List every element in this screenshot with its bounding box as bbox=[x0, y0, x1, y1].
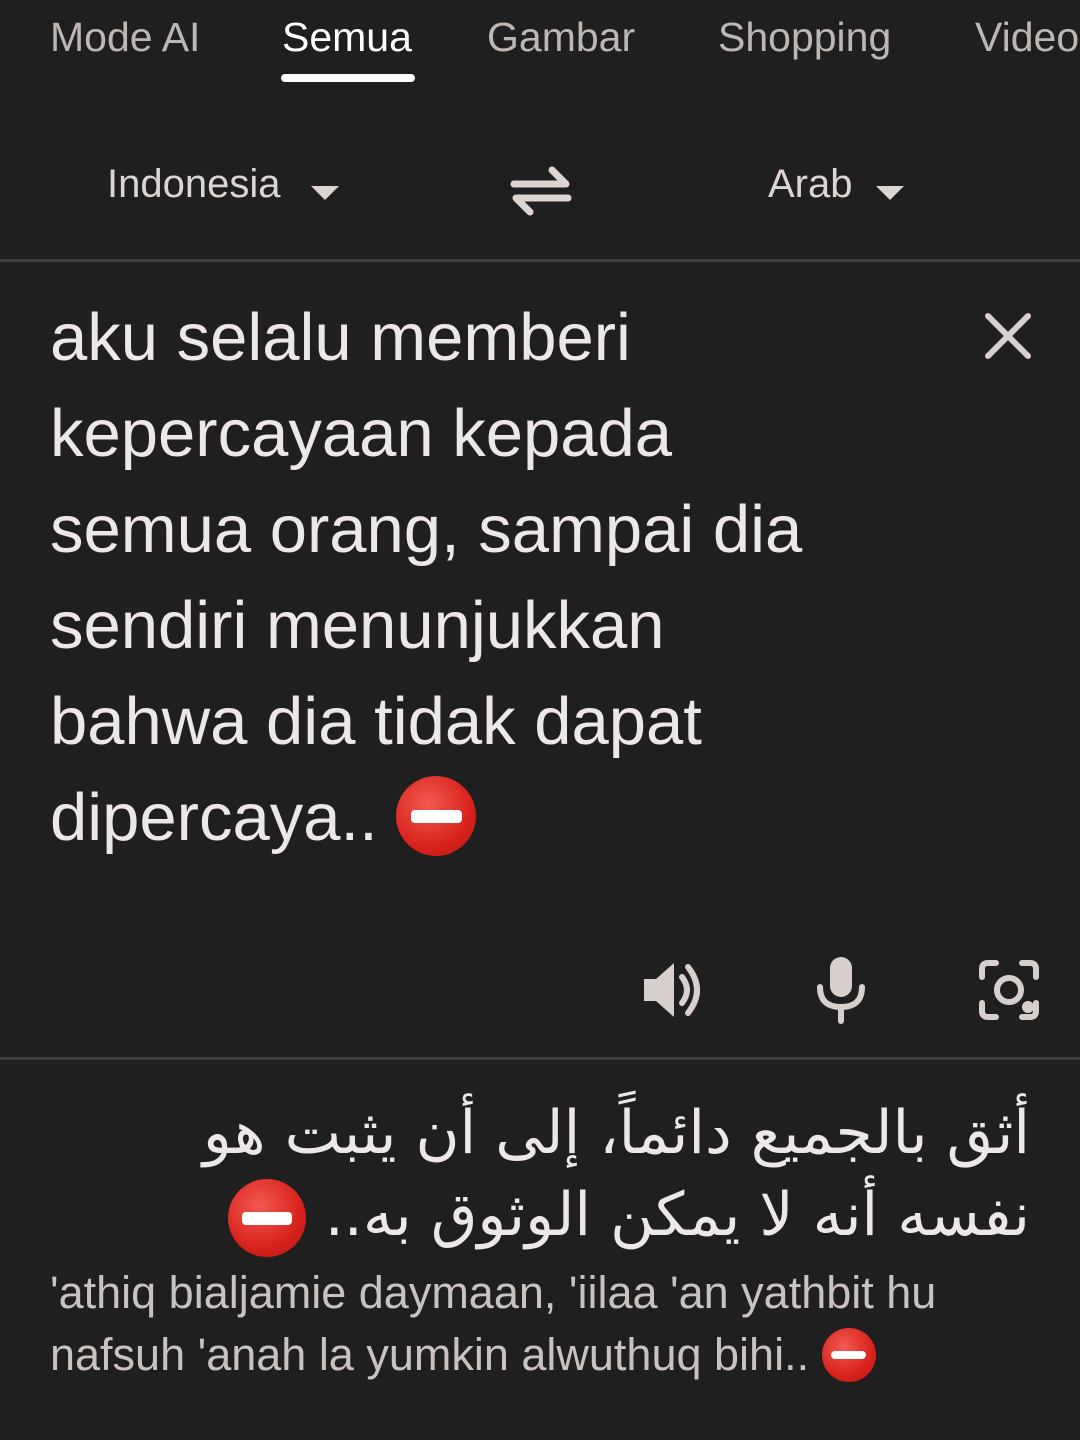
microphone-icon[interactable] bbox=[806, 955, 876, 1025]
swap-arrows-icon[interactable] bbox=[506, 160, 576, 220]
camera-lens-icon[interactable] bbox=[974, 955, 1044, 1025]
divider bbox=[0, 259, 1080, 262]
tab-semua[interactable]: Semua bbox=[282, 14, 412, 61]
target-language-label: Arab bbox=[768, 162, 853, 206]
language-bar: Indonesia Arab bbox=[0, 120, 1080, 260]
tab-gambar[interactable]: Gambar bbox=[487, 14, 635, 61]
chevron-down-icon bbox=[311, 186, 339, 200]
tab-mode-ai[interactable]: Mode AI bbox=[50, 14, 200, 61]
no-entry-emoji-icon bbox=[821, 1328, 876, 1383]
translation-output: أثق بالجميع دائماً، إلى أن يثبت هو نفسه … bbox=[130, 1092, 1030, 1258]
source-language-label: Indonesia bbox=[107, 162, 281, 206]
search-tabs: Mode AI Semua Gambar Shopping Video bbox=[0, 0, 1080, 110]
source-text-input[interactable]: aku selalu memberi kepercayaan kepada se… bbox=[50, 290, 930, 866]
close-icon[interactable] bbox=[980, 308, 1036, 364]
chevron-down-icon bbox=[876, 186, 904, 200]
translation-arabic-text: أثق بالجميع دائماً، إلى أن يثبت هو نفسه … bbox=[202, 1098, 1030, 1250]
source-text: aku selalu memberi kepercayaan kepada se… bbox=[50, 300, 803, 855]
speaker-icon[interactable] bbox=[638, 955, 708, 1025]
transliteration: 'athiq bialjamie daymaan, 'iilaa 'an yat… bbox=[50, 1262, 1030, 1386]
active-tab-indicator bbox=[281, 74, 415, 82]
divider bbox=[0, 1057, 1080, 1060]
no-entry-emoji-icon bbox=[227, 1179, 306, 1258]
tab-shopping[interactable]: Shopping bbox=[718, 14, 891, 61]
tab-video[interactable]: Video bbox=[975, 14, 1079, 61]
no-entry-emoji-icon bbox=[396, 776, 477, 857]
transliteration-text: 'athiq bialjamie daymaan, 'iilaa 'an yat… bbox=[50, 1267, 937, 1380]
